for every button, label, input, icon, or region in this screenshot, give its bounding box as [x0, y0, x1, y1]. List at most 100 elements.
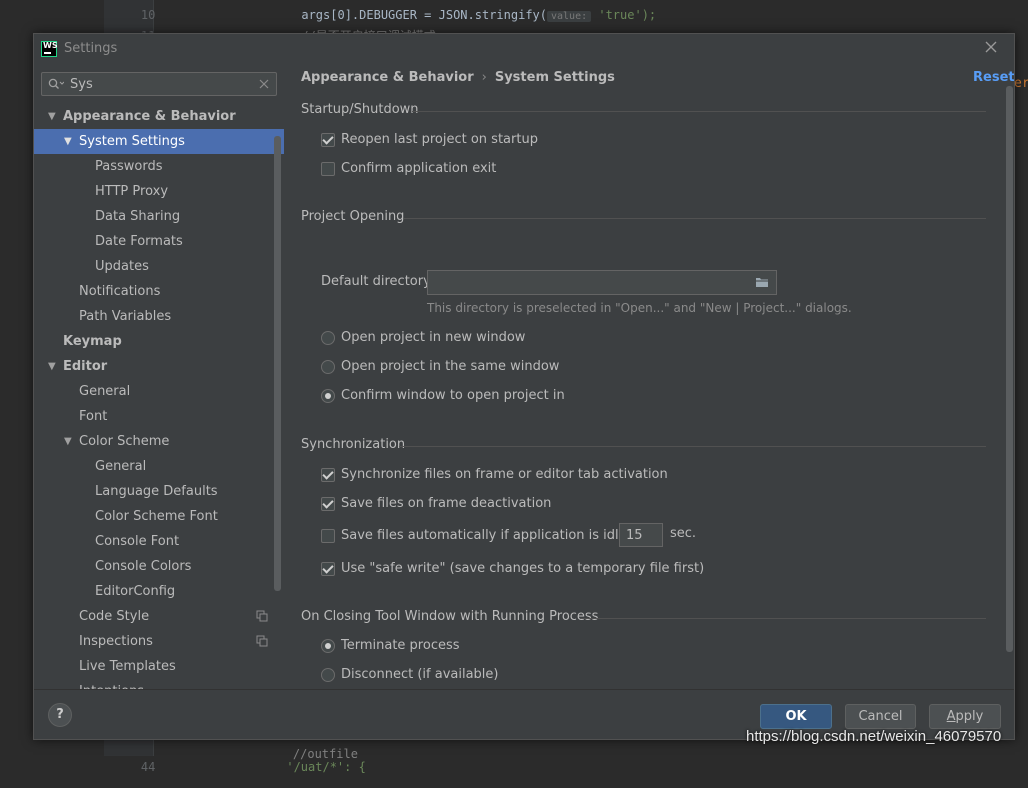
tree-item-notifications[interactable]: Notifications — [34, 279, 284, 304]
search-box[interactable] — [41, 72, 277, 96]
tree-item-live-templates[interactable]: Live Templates — [34, 654, 284, 679]
content-scrollbar[interactable] — [1006, 86, 1013, 652]
expand-arrow-icon[interactable]: ▼ — [48, 104, 56, 129]
confirm-exit-checkbox[interactable] — [321, 162, 335, 176]
settings-dialog: WS Settings ▼ Appearance & Behavior ▼ Syste… — [33, 33, 1015, 740]
tree-item-font[interactable]: Font — [34, 404, 284, 429]
reset-link[interactable]: Reset — [973, 70, 1014, 85]
search-icon — [48, 78, 64, 89]
tree-item-code-style[interactable]: Code Style — [34, 604, 284, 629]
save-idle-label: Save files automatically if application … — [341, 528, 649, 543]
breadcrumb-parent[interactable]: Appearance & Behavior — [301, 70, 474, 85]
idle-seconds-input[interactable] — [619, 523, 663, 547]
project-opening-label: Open project in the same window — [341, 359, 560, 374]
nav-scrollbar[interactable] — [274, 136, 281, 591]
tree-item-label: Console Font — [95, 534, 180, 549]
tree-item-label: Inspections — [79, 634, 153, 649]
sync-files-label: Synchronize files on frame or editor tab… — [341, 467, 668, 482]
line-number: 44 — [140, 760, 156, 774]
tree-item-label: Language Defaults — [95, 484, 218, 499]
closing-radio[interactable] — [321, 668, 335, 682]
closing-radio[interactable] — [321, 639, 335, 653]
expand-arrow-icon[interactable]: ▼ — [48, 354, 56, 379]
tree-item-label: Updates — [95, 259, 149, 274]
tree-item-inspections[interactable]: Inspections — [34, 629, 284, 654]
section-title-project-opening: Project Opening — [301, 209, 405, 224]
copy-settings-icon — [256, 635, 268, 647]
tree-item-console-colors[interactable]: Console Colors — [34, 554, 284, 579]
tree-item-label: Color Scheme — [79, 434, 170, 449]
project-opening-radio[interactable] — [321, 360, 335, 374]
clear-search-icon[interactable] — [258, 78, 270, 90]
dialog-title: Settings — [64, 41, 118, 56]
section-title-closing: On Closing Tool Window with Running Proc… — [301, 609, 599, 624]
tree-item-updates[interactable]: Updates — [34, 254, 284, 279]
section-divider — [412, 111, 986, 112]
expand-arrow-icon[interactable]: ▼ — [64, 429, 72, 454]
tree-item-label: HTTP Proxy — [95, 184, 169, 199]
tree-item-color-scheme[interactable]: ▼ Color Scheme — [34, 429, 284, 454]
default-directory-input[interactable] — [427, 270, 777, 295]
tree-item-general[interactable]: General — [34, 454, 284, 479]
tree-item-editor[interactable]: ▼ Editor — [34, 354, 284, 379]
section-title-startup: Startup/Shutdown — [301, 102, 419, 117]
tree-item-label: Font — [79, 409, 108, 424]
safe-write-checkbox[interactable] — [321, 562, 335, 576]
tree-item-label: Intentions — [79, 679, 144, 689]
tree-item-label: Keymap — [63, 334, 122, 349]
webstorm-logo-icon: WS — [41, 41, 58, 57]
tree-item-appearance-behavior[interactable]: ▼ Appearance & Behavior — [34, 104, 284, 129]
help-button[interactable]: ? — [48, 703, 72, 727]
tree-item-label: Passwords — [95, 159, 163, 174]
sync-files-checkbox[interactable] — [321, 468, 335, 482]
tree-item-label: EditorConfig — [95, 584, 176, 599]
tree-item-label: Path Variables — [79, 309, 172, 324]
section-title-sync: Synchronization — [301, 437, 406, 452]
closing-label: Terminate process — [341, 638, 460, 653]
editor-cut-text: er — [1014, 76, 1028, 91]
breadcrumb-current: System Settings — [494, 70, 615, 85]
project-opening-radio[interactable] — [321, 389, 335, 403]
save-deactivation-checkbox[interactable] — [321, 497, 335, 511]
tree-item-label: Console Colors — [95, 559, 192, 574]
tree-item-passwords[interactable]: Passwords — [34, 154, 284, 179]
tree-item-date-formats[interactable]: Date Formats — [34, 229, 284, 254]
section-divider — [399, 446, 986, 447]
cancel-button[interactable]: Cancel — [845, 704, 916, 729]
folder-icon[interactable] — [755, 276, 769, 288]
project-opening-radio[interactable] — [321, 331, 335, 345]
tree-item-keymap[interactable]: Keymap — [34, 329, 284, 354]
ok-button[interactable]: OK — [760, 704, 832, 729]
tree-item-editorconfig[interactable]: EditorConfig — [34, 579, 284, 604]
tree-item-console-font[interactable]: Console Font — [34, 529, 284, 554]
tree-item-label: Date Formats — [95, 234, 183, 249]
tree-item-label: Live Templates — [79, 659, 176, 674]
tree-item-label: Notifications — [79, 284, 161, 299]
reopen-project-checkbox[interactable] — [321, 133, 335, 147]
search-input[interactable] — [70, 75, 250, 93]
tree-item-intentions[interactable]: Intentions — [34, 679, 284, 689]
tree-item-data-sharing[interactable]: Data Sharing — [34, 204, 284, 229]
tree-item-http-proxy[interactable]: HTTP Proxy — [34, 179, 284, 204]
confirm-exit-label: Confirm application exit — [341, 161, 497, 176]
tree-item-label: Editor — [63, 359, 108, 374]
save-idle-checkbox[interactable] — [321, 529, 335, 543]
expand-arrow-icon[interactable]: ▼ — [64, 129, 72, 154]
tree-item-language-defaults[interactable]: Language Defaults — [34, 479, 284, 504]
tree-item-path-variables[interactable]: Path Variables — [34, 304, 284, 329]
section-divider — [404, 218, 986, 219]
code-string: 'true'); — [591, 8, 657, 22]
settings-nav-panel: ▼ Appearance & Behavior ▼ System Settings Pa… — [34, 64, 284, 689]
copy-settings-icon — [256, 610, 268, 622]
tree-item-color-scheme-font[interactable]: Color Scheme Font — [34, 504, 284, 529]
apply-button[interactable]: Apply — [929, 704, 1001, 729]
save-deactivation-label: Save files on frame deactivation — [341, 496, 552, 511]
tree-item-general[interactable]: General — [34, 379, 284, 404]
section-divider — [581, 618, 986, 619]
close-icon[interactable] — [983, 39, 999, 55]
default-directory-hint: This directory is preselected in "Open..… — [427, 301, 852, 315]
closing-label: Disconnect (if available) — [341, 667, 499, 682]
title-bar[interactable]: WS Settings — [34, 34, 1014, 64]
tree-item-system-settings[interactable]: ▼ System Settings — [34, 129, 284, 154]
tree-item-label: Data Sharing — [95, 209, 181, 224]
